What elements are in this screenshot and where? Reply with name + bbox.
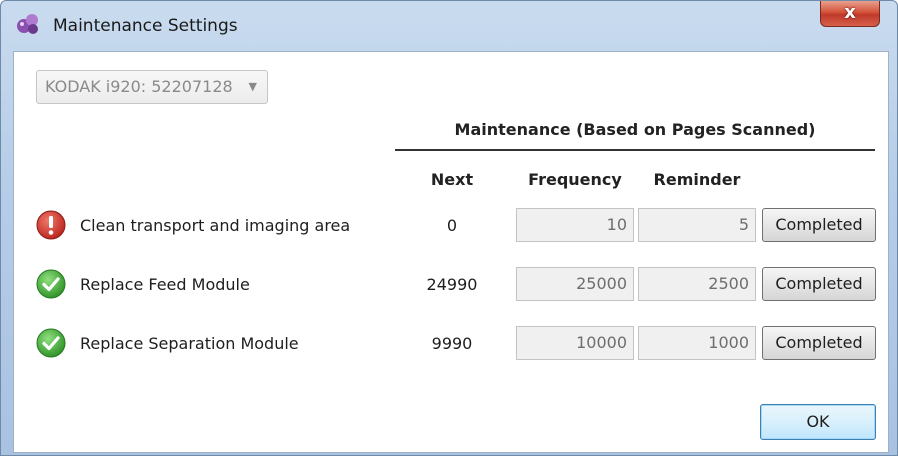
error-icon (36, 210, 66, 240)
task-label: Replace Feed Module (80, 275, 250, 294)
maintenance-row: Replace Separation Module 9990 10000 100… (14, 324, 888, 364)
next-value: 0 (446, 216, 458, 235)
next-value: 24990 (426, 275, 478, 294)
window-title: Maintenance Settings (53, 16, 238, 36)
completed-button[interactable]: Completed (762, 326, 876, 360)
maintenance-row: Clean transport and imaging area 0 10 5 … (14, 206, 888, 246)
column-header-next: Next (430, 170, 474, 189)
task-label: Replace Separation Module (80, 334, 299, 353)
completed-button[interactable]: Completed (762, 267, 876, 301)
reminder-field[interactable]: 1000 (638, 326, 756, 360)
reminder-field[interactable]: 5 (638, 208, 756, 242)
frequency-field[interactable]: 25000 (516, 267, 634, 301)
group-header-divider (395, 149, 875, 151)
device-select-value: KODAK i920: 52207128 (45, 77, 233, 96)
check-icon (36, 269, 66, 299)
close-button[interactable]: x (820, 1, 880, 27)
reminder-field[interactable]: 2500 (638, 267, 756, 301)
column-header-frequency: Frequency (528, 170, 622, 189)
maintenance-settings-window: Maintenance Settings x KODAK i920: 52207… (0, 0, 898, 456)
column-header-reminder: Reminder (653, 170, 741, 189)
device-select[interactable]: KODAK i920: 52207128 ▼ (36, 70, 268, 104)
check-icon (36, 328, 66, 358)
completed-button[interactable]: Completed (762, 208, 876, 242)
frequency-field[interactable]: 10 (516, 208, 634, 242)
ok-button[interactable]: OK (760, 404, 876, 440)
app-icon (15, 11, 41, 37)
title-bar: Maintenance Settings x (1, 1, 897, 49)
dialog-content: KODAK i920: 52207128 ▼ Maintenance (Base… (13, 51, 889, 453)
task-label: Clean transport and imaging area (80, 216, 351, 235)
maintenance-row: Replace Feed Module 24990 25000 2500 Com… (14, 265, 888, 305)
next-value: 9990 (431, 334, 473, 353)
chevron-down-icon: ▼ (248, 80, 257, 93)
maintenance-group-header: Maintenance (Based on Pages Scanned) (454, 120, 816, 139)
frequency-field[interactable]: 10000 (516, 326, 634, 360)
